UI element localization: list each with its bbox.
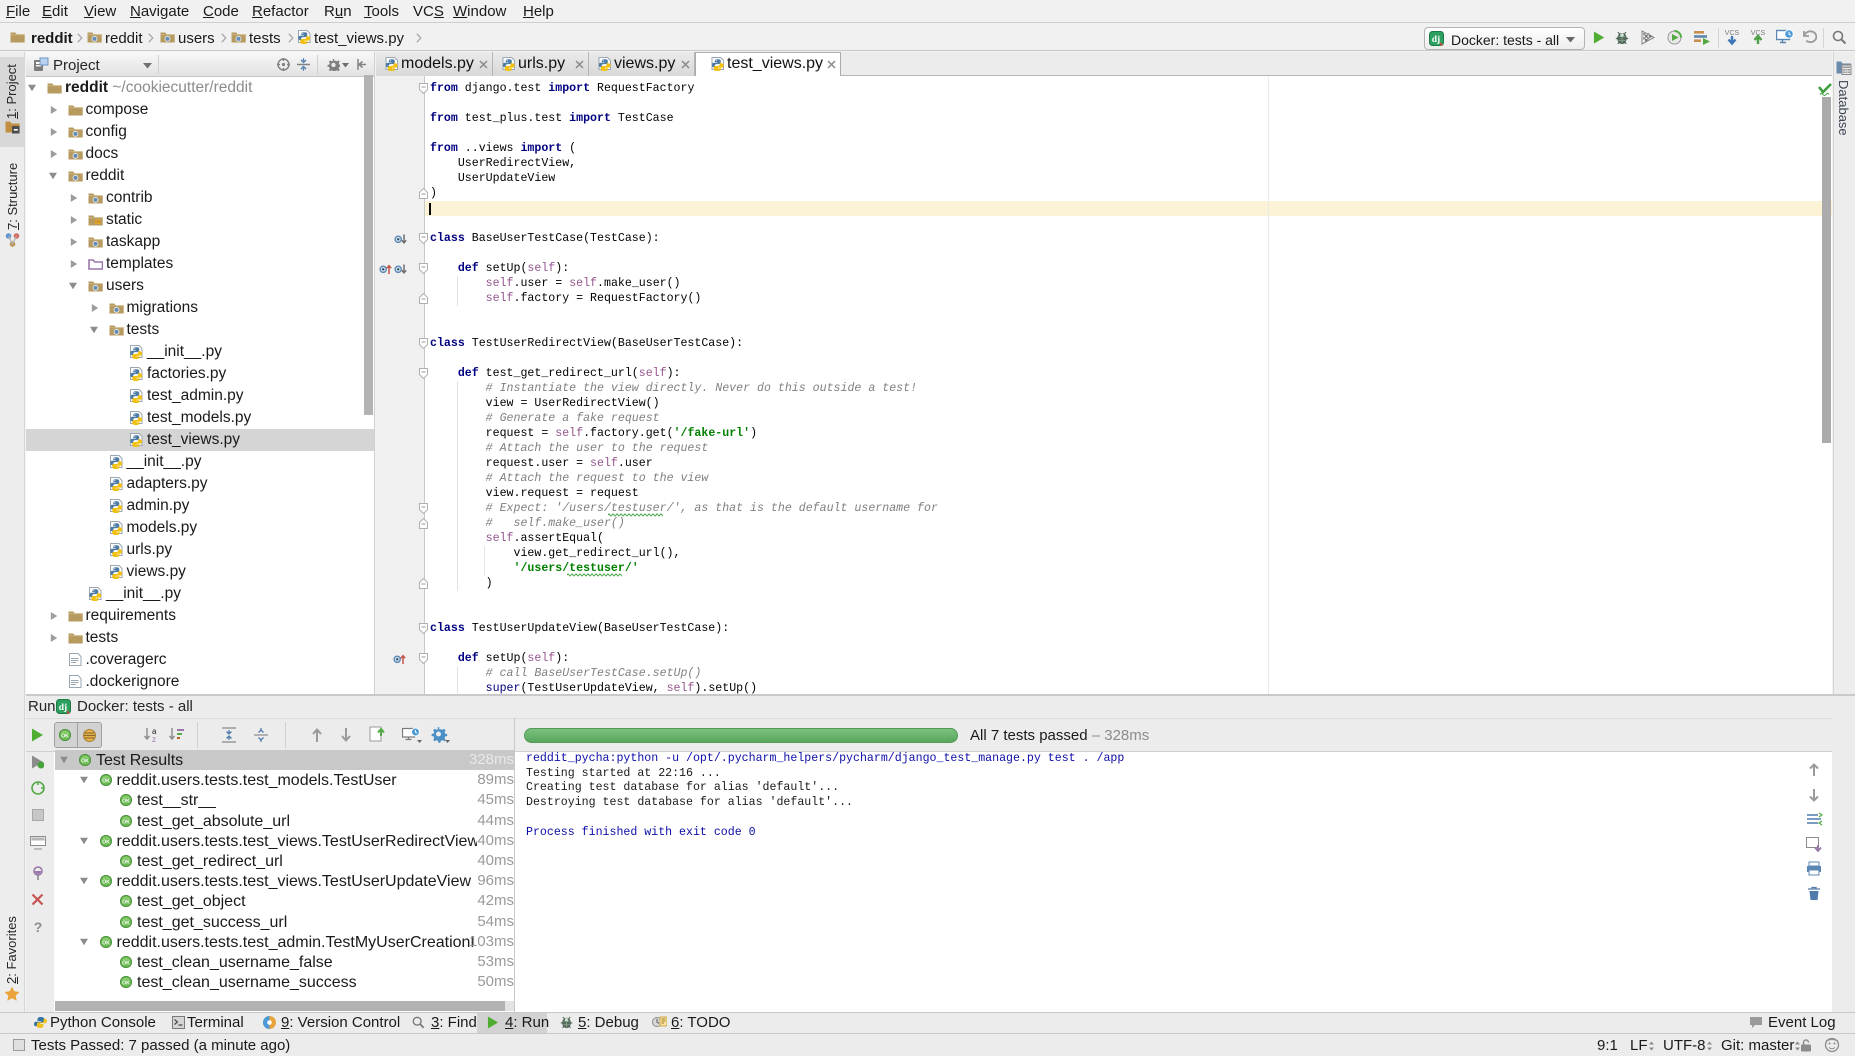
svg-text:z: z — [152, 735, 156, 743]
svg-text:VCS: VCS — [1725, 30, 1740, 37]
svg-text:?: ? — [34, 919, 43, 934]
